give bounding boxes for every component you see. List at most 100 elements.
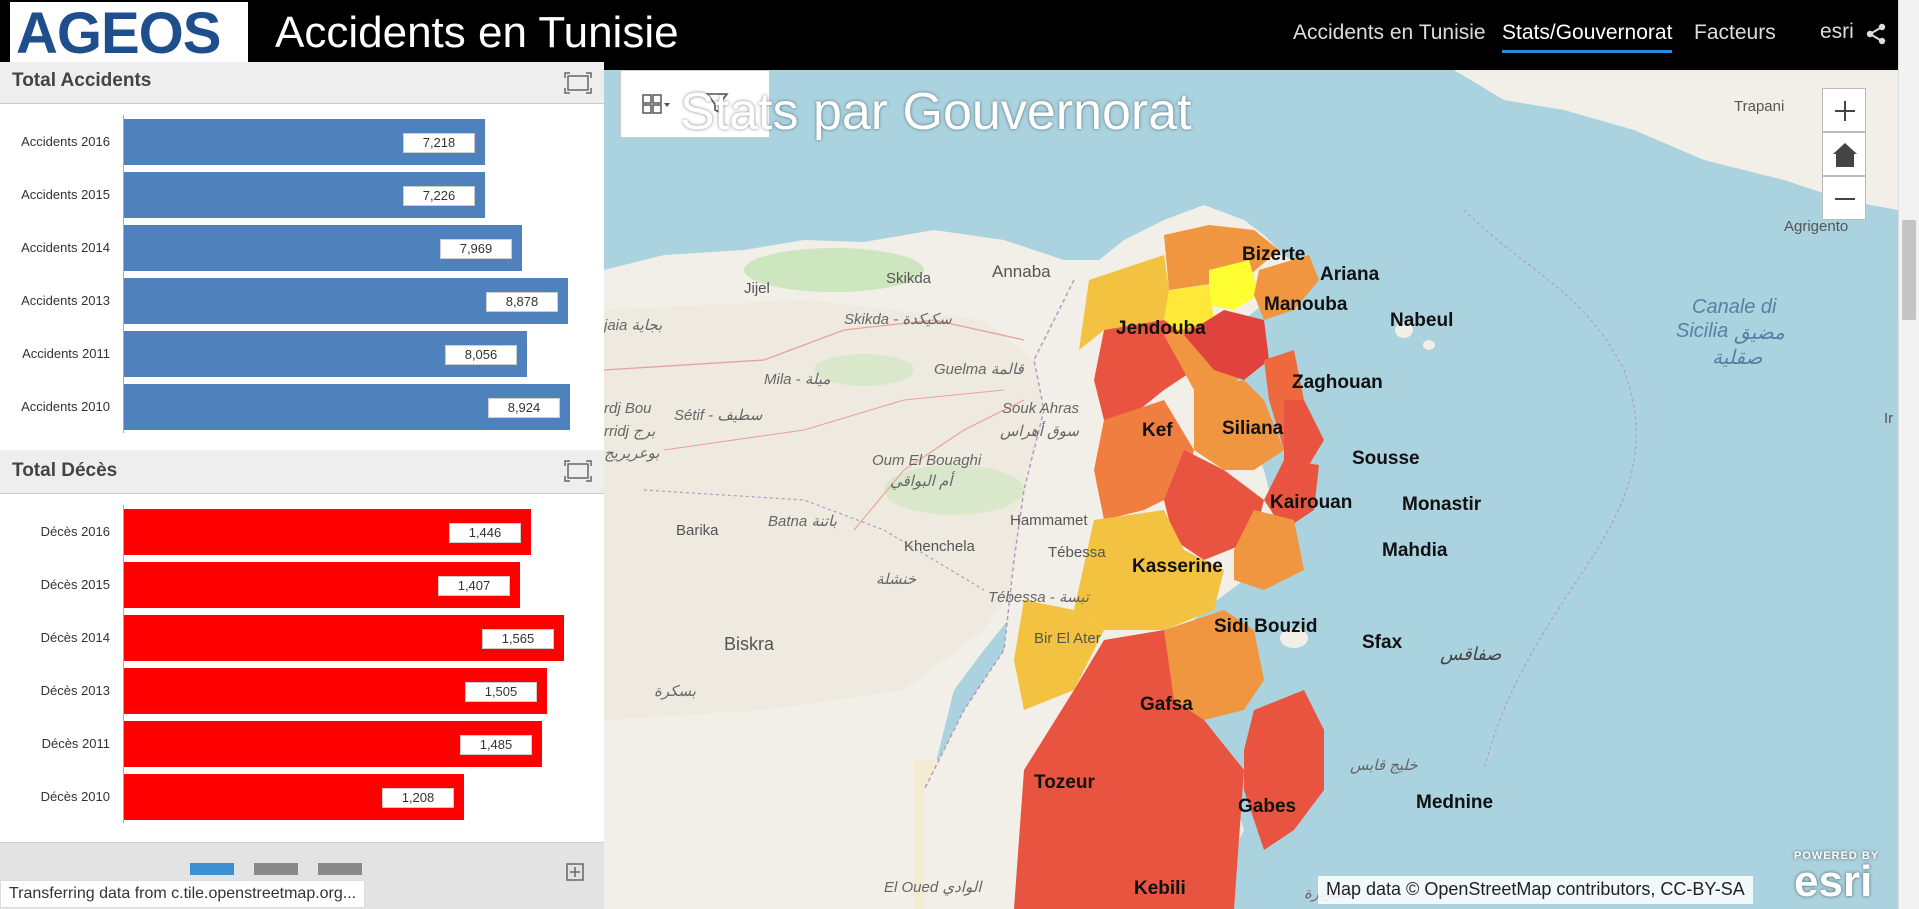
place-label: Skikda <box>886 270 932 287</box>
accidents-bar-label: Accidents 2014 <box>21 240 110 255</box>
gov-label-ariana: Ariana <box>1320 264 1380 285</box>
nav-facteurs[interactable]: Facteurs <box>1694 20 1776 46</box>
gov-label-zaghouan: Zaghouan <box>1292 372 1383 393</box>
accidents-bar[interactable]: 8,924 <box>124 384 570 430</box>
place-label: أم البواقي <box>890 473 953 490</box>
place-label: Jijel <box>744 280 770 297</box>
accidents-panel-header: Total Accidents <box>0 62 604 104</box>
accidents-bar[interactable]: 7,969 <box>124 225 522 271</box>
deces-panel-header: Total Décès <box>0 450 604 494</box>
place-label: Agrigento <box>1784 218 1849 235</box>
accidents-bar[interactable]: 8,056 <box>124 331 527 377</box>
gov-label-monastir: Monastir <box>1402 494 1482 515</box>
accidents-panel-title: Total Accidents <box>12 70 152 91</box>
place-label: Ir <box>1884 410 1894 427</box>
gov-label-jendouba: Jendouba <box>1116 318 1206 339</box>
share-icon[interactable] <box>1864 22 1888 46</box>
maximize-icon[interactable] <box>564 460 592 482</box>
deces-bar-value: 1,505 <box>465 682 537 702</box>
nav-stats-gouvernorat[interactable]: Stats/Gouvernorat <box>1502 20 1673 53</box>
deces-bar[interactable]: 1,208 <box>124 774 464 820</box>
place-label: Tébessa <box>1048 544 1106 561</box>
accidents-bar-label: Accidents 2011 <box>22 346 110 361</box>
accidents-bar[interactable]: 7,226 <box>124 172 485 218</box>
accidents-bar-value: 8,878 <box>486 292 558 312</box>
map-title: Stats par Gouvernorat <box>680 83 1192 141</box>
gov-label-sfax: Sfax <box>1362 632 1403 653</box>
gov-label-mednine: Mednine <box>1416 792 1494 813</box>
deces-bar-label: Décès 2016 <box>40 524 110 539</box>
deces-bar[interactable]: 1,446 <box>124 509 531 555</box>
minus-icon <box>1835 198 1855 200</box>
place-label: Canale di <box>1692 296 1777 318</box>
esri-link[interactable]: esri <box>1820 20 1854 44</box>
add-panel-icon[interactable] <box>566 863 584 881</box>
deces-bar[interactable]: 1,505 <box>124 668 547 714</box>
place-label: بسكرة <box>654 683 696 700</box>
accidents-bar-chart: Accidents 2016 7,218 Accidents 2015 7,226 Ac… <box>0 115 604 435</box>
scroll-thumb[interactable] <box>1902 220 1916 320</box>
zoom-out-button[interactable] <box>1822 176 1866 220</box>
place-label: Sicilia <box>1676 320 1729 342</box>
stats-panel: Total Accidents Accidents 2016 7,218 Accid… <box>0 62 604 909</box>
esri-logo[interactable]: POWERED BY esri <box>1794 850 1879 904</box>
gov-label-tozeur: Tozeur <box>1034 772 1095 793</box>
zoom-in-button[interactable] <box>1822 88 1866 132</box>
accidents-bar[interactable]: 7,218 <box>124 119 485 165</box>
place-label: Souk Ahras <box>1002 400 1079 417</box>
deces-bar-chart: Décès 2016 1,446 Décès 2015 1,407 Décès 2014… <box>0 505 604 835</box>
place-label: Barika <box>676 522 719 539</box>
pager-dot-2[interactable] <box>254 863 298 875</box>
ageos-logo[interactable]: AGEOS <box>10 2 248 65</box>
deces-bar[interactable]: 1,485 <box>124 721 542 767</box>
place-label: Hammamet <box>1010 512 1088 529</box>
place-label: rdj Bou <box>604 400 652 417</box>
accidents-bar-value: 8,056 <box>445 345 517 365</box>
layers-icon[interactable] <box>641 93 671 117</box>
deces-bar-label: Décès 2010 <box>40 789 110 804</box>
accidents-bar-value: 7,218 <box>403 133 475 153</box>
place-label: jaia بجاية <box>604 317 663 334</box>
deces-bar[interactable]: 1,565 <box>124 615 564 661</box>
accidents-bar[interactable]: 8,878 <box>124 278 568 324</box>
app-header: AGEOS Accidents en Tunisie Accidents en … <box>0 0 1898 70</box>
accidents-bar-value: 7,226 <box>403 186 475 206</box>
gov-label-bizerte: Bizerte <box>1242 244 1306 265</box>
accidents-bar-value: 8,924 <box>488 398 560 418</box>
pager-dot-1[interactable] <box>190 863 234 875</box>
place-label: Tébessa - تبسة <box>988 589 1089 606</box>
gov-label-kasserine: Kasserine <box>1132 556 1223 577</box>
place-label: Khenchela <box>904 538 975 555</box>
deces-bar-value: 1,446 <box>449 523 521 543</box>
accidents-bar-label: Accidents 2013 <box>21 293 110 308</box>
nav-accidents-en-tunisie[interactable]: Accidents en Tunisie <box>1293 20 1486 46</box>
place-label: Batna باتنة <box>768 513 837 530</box>
maximize-icon[interactable] <box>564 72 592 94</box>
place-label: خليج قابس <box>1350 757 1418 774</box>
accidents-bar-label: Accidents 2015 <box>21 187 110 202</box>
place-label: Mila - ميلة <box>764 371 831 388</box>
page-scrollbar[interactable] <box>1898 0 1919 909</box>
place-label: Skikda - سكيكدة <box>844 311 952 328</box>
gov-label-kebili: Kebili <box>1134 878 1186 899</box>
home-icon <box>1833 143 1857 167</box>
map-basemap <box>604 70 1898 909</box>
deces-panel-title: Total Décès <box>12 460 118 481</box>
deces-bar-value: 1,565 <box>482 629 554 649</box>
place-label: Annaba <box>992 262 1051 281</box>
place-label: El Oued الوادي <box>884 879 982 896</box>
deces-bar-value: 1,485 <box>460 735 532 755</box>
place-label: Sétif - سطيف <box>674 407 763 424</box>
gov-label-kairouan: Kairouan <box>1270 492 1353 513</box>
place-label: صفاقس <box>1440 644 1502 664</box>
deces-bar[interactable]: 1,407 <box>124 562 520 608</box>
pager-dot-3[interactable] <box>318 863 362 875</box>
deces-bar-label: Décès 2015 <box>40 577 110 592</box>
accidents-bar-label: Accidents 2010 <box>21 399 110 414</box>
place-label: مضيق <box>1734 322 1785 344</box>
accidents-bar-label: Accidents 2016 <box>21 134 110 149</box>
map-view[interactable]: Stats par Gouvernorat Trapani Agrigento … <box>604 70 1898 909</box>
home-button[interactable] <box>1822 132 1866 176</box>
gov-label-siliana: Siliana <box>1222 418 1284 439</box>
place-label: Trapani <box>1734 98 1785 115</box>
